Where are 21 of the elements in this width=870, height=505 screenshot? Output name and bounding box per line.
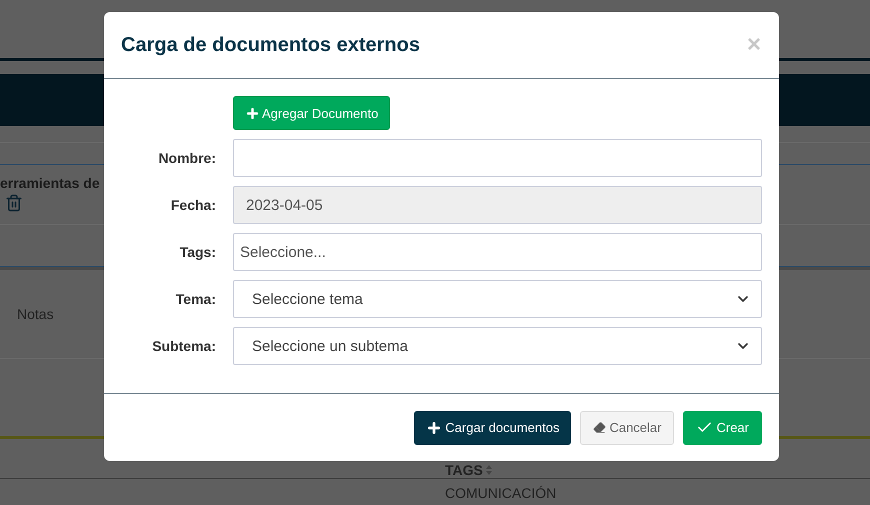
column-header: TAGS [445,462,492,478]
modal-title: Carga de documentos externos [121,34,420,56]
sort-icon[interactable] [486,465,492,475]
section-title: erramientas de [0,175,101,191]
field-label: Nombre: [158,150,216,166]
field-label: Tags: [180,244,216,260]
name-field[interactable] [233,139,762,177]
select-field[interactable]: Seleccione un subtema [233,327,762,365]
table-cell: COMUNICACIÓN [445,485,556,501]
tags-field[interactable]: Seleccione... [233,233,762,271]
select-field[interactable]: Seleccione tema [233,280,762,318]
table-header: Notas [17,306,54,322]
cancel-button[interactable]: Cancelar [580,410,674,444]
eraser-icon [593,421,606,434]
trash-icon[interactable] [5,194,23,212]
plus-icon [426,420,442,436]
field-label: Tema: [176,291,216,307]
primary-button[interactable]: Cargar documentos [414,410,572,444]
field-label: Subtema: [152,338,216,354]
field-label: Fecha: [170,197,216,213]
plus-icon [245,106,260,120]
